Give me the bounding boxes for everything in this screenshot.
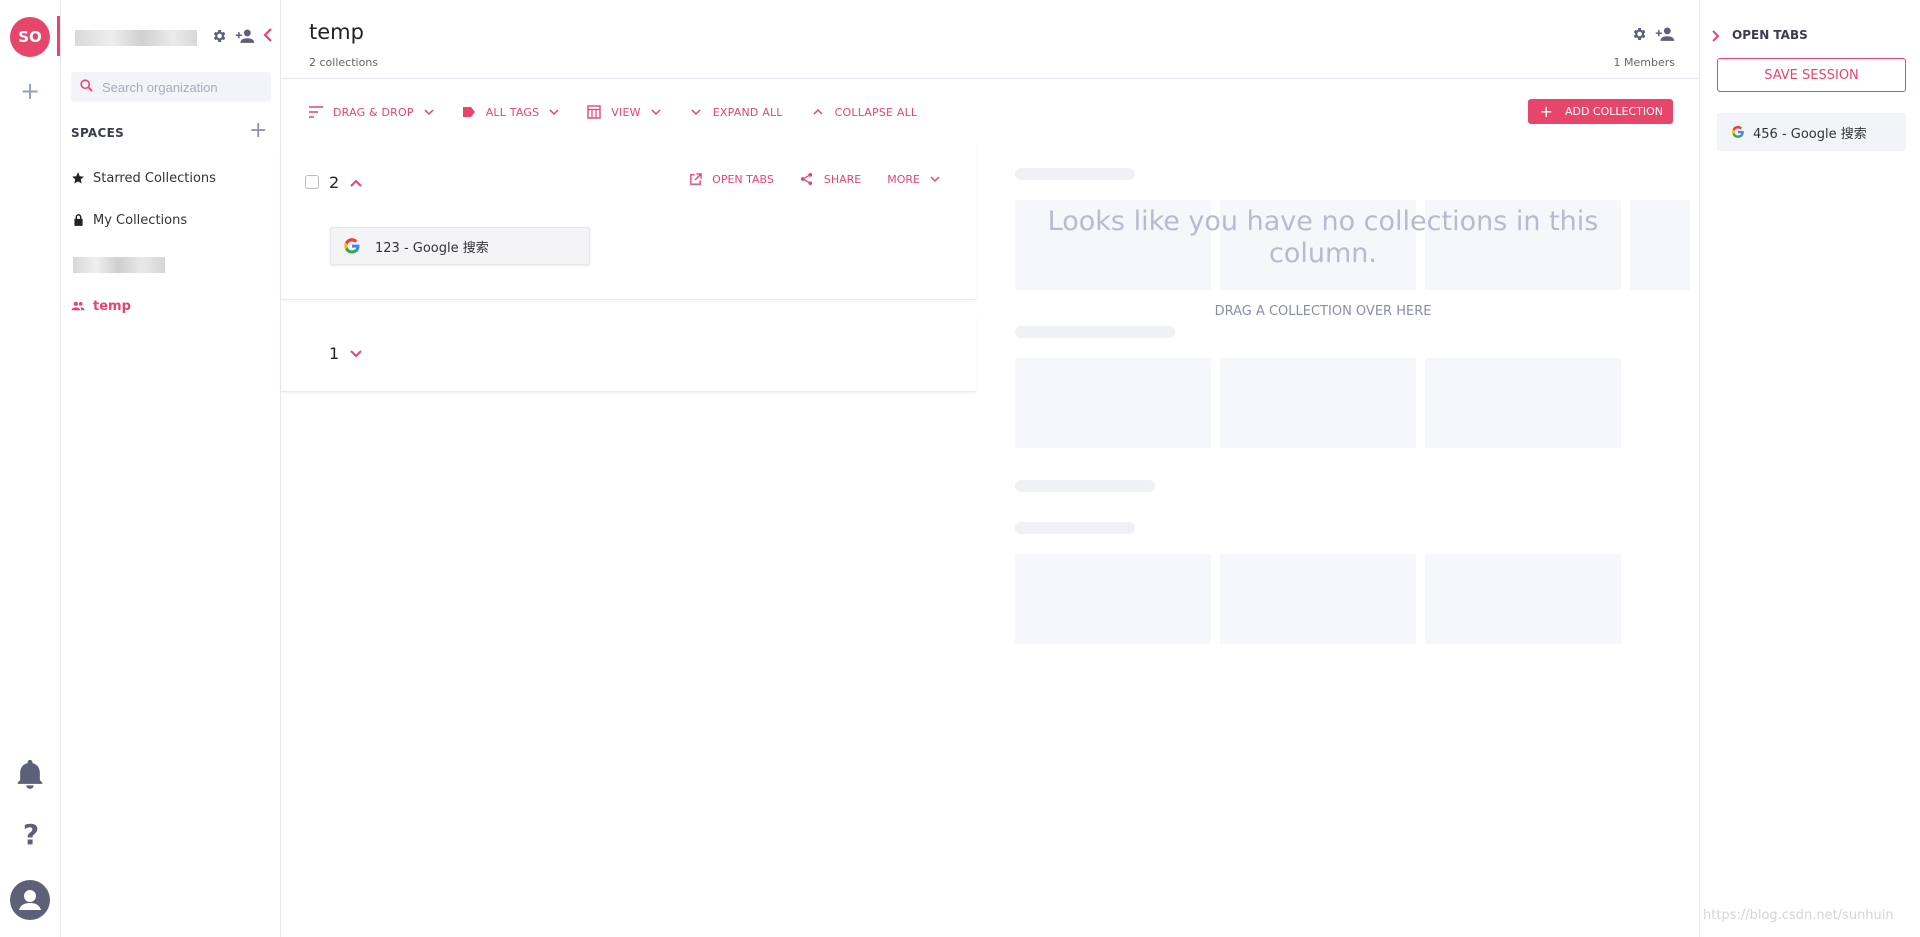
sidebar-item-my-collections[interactable]: My Collections <box>71 208 187 232</box>
chevron-down-icon <box>930 174 940 184</box>
redacted-sidebar-item[interactable] <box>73 257 165 273</box>
expand-all-label: EXPAND ALL <box>712 105 783 119</box>
workspace-rail: SO + ? <box>0 0 61 937</box>
sidebar: SPACES + Starred Collections My Collecti… <box>61 0 281 937</box>
collapse-collection-chevron-up-icon[interactable] <box>349 175 363 189</box>
placeholder-block <box>1220 358 1416 448</box>
header-divider <box>281 78 1699 79</box>
add-space-icon[interactable]: + <box>249 120 267 142</box>
placeholder-block <box>1220 554 1416 644</box>
more-label: MORE <box>887 172 920 186</box>
google-favicon-icon <box>1731 125 1745 139</box>
main-content: temp 2 collections 1 Members DRAG & DROP… <box>281 0 1699 937</box>
sidebar-item-label: temp <box>93 298 131 314</box>
chevron-down-icon <box>549 107 559 117</box>
spaces-heading: SPACES <box>71 126 125 140</box>
sidebar-item-temp[interactable]: temp <box>71 294 131 318</box>
collapse-all-button[interactable]: COLLAPSE ALL <box>811 105 918 119</box>
view-layout-icon <box>587 105 601 119</box>
save-session-button[interactable]: SAVE SESSION <box>1717 58 1906 92</box>
members-count[interactable]: 1 Members <box>1614 56 1675 69</box>
chevron-down-icon <box>651 107 661 117</box>
share-button[interactable]: SHARE <box>800 172 861 186</box>
open-tabs-heading: OPEN TABS <box>1732 28 1808 42</box>
group-icon <box>71 299 85 313</box>
space-settings-gear-icon[interactable] <box>1631 26 1647 42</box>
more-button[interactable]: MORE <box>887 173 940 186</box>
drag-drop-button[interactable]: DRAG & DROP <box>309 105 434 119</box>
collapse-sidebar-chevron-icon[interactable] <box>261 26 275 44</box>
drag-drop-label: DRAG & DROP <box>333 105 414 119</box>
open-external-icon <box>688 172 702 186</box>
placeholder-block <box>1015 358 1211 448</box>
add-member-icon[interactable] <box>1655 26 1675 42</box>
notifications-bell-icon[interactable] <box>15 758 45 790</box>
organization-settings-gear-icon[interactable] <box>211 28 227 44</box>
collection-card[interactable]: 2 OPEN TABS SHARE MORE 123 - Google 搜索 <box>281 145 976 300</box>
sidebar-item-label: My Collections <box>93 212 188 228</box>
placeholder-block <box>1015 554 1211 644</box>
expand-collection-chevron-down-icon[interactable] <box>349 346 363 360</box>
empty-column-message: Looks like you have no collections in th… <box>1047 206 1599 269</box>
placeholder-block <box>1425 358 1621 448</box>
add-collection-button[interactable]: + ADD COLLECTION <box>1527 99 1673 124</box>
collection-count: 2 collections <box>309 56 379 69</box>
share-icon <box>800 172 814 186</box>
active-indicator <box>57 16 60 56</box>
tag-icon <box>462 105 476 119</box>
collapse-panel-chevron-icon[interactable] <box>1710 28 1722 42</box>
organization-avatar[interactable]: SO <box>10 17 50 57</box>
open-tabs-label: OPEN TABS <box>712 172 774 186</box>
sidebar-item-starred-collections[interactable]: Starred Collections <box>71 166 216 190</box>
collection-actions: OPEN TABS SHARE MORE <box>662 172 940 186</box>
lock-icon <box>71 213 85 227</box>
page-title: temp <box>309 20 364 44</box>
chevron-down-icon <box>424 107 434 117</box>
open-tab-item[interactable]: 456 - Google 搜索 <box>1717 113 1906 151</box>
collapse-chevron-icon <box>811 105 825 119</box>
open-tabs-button[interactable]: OPEN TABS <box>688 172 774 186</box>
expand-chevron-icon <box>689 105 703 119</box>
google-favicon-icon <box>343 237 361 255</box>
share-label: SHARE <box>823 172 862 186</box>
star-icon <box>71 171 85 185</box>
all-tags-button[interactable]: ALL TAGS <box>462 105 560 119</box>
view-label: VIEW <box>611 105 641 119</box>
placeholder-line <box>1015 480 1155 492</box>
placeholder-line <box>1015 168 1135 180</box>
collection-title[interactable]: 2 <box>329 173 339 192</box>
tab-card[interactable]: 123 - Google 搜索 <box>330 227 590 265</box>
organization-name-redacted <box>75 30 197 46</box>
sort-lines-icon <box>309 105 323 119</box>
user-account-icon[interactable] <box>10 880 50 920</box>
placeholder-line <box>1015 522 1135 534</box>
placeholder-block <box>1630 200 1690 290</box>
collection-card[interactable]: 1 <box>281 316 976 392</box>
search-input[interactable] <box>102 79 252 95</box>
help-icon[interactable]: ? <box>18 820 44 850</box>
all-tags-label: ALL TAGS <box>485 105 540 119</box>
sidebar-item-label: Starred Collections <box>93 170 216 186</box>
watermark: https://blog.csdn.net/sunhuin <box>1703 908 1894 923</box>
add-organization-icon[interactable]: + <box>17 78 43 104</box>
drag-collection-hint: DRAG A COLLECTION OVER HERE <box>1214 304 1432 319</box>
placeholder-line <box>1015 326 1175 338</box>
view-button[interactable]: VIEW <box>587 105 661 119</box>
toolbar: DRAG & DROP ALL TAGS VIEW EXPAND ALL COL… <box>309 102 945 122</box>
collection-title[interactable]: 1 <box>329 344 339 363</box>
invite-member-icon[interactable] <box>235 28 255 44</box>
search-organization[interactable] <box>71 72 271 102</box>
open-tabs-panel: OPEN TABS SAVE SESSION 456 - Google 搜索 <box>1699 0 1920 937</box>
search-icon <box>79 78 94 97</box>
select-collection-checkbox[interactable] <box>305 175 319 189</box>
add-collection-label: ADD COLLECTION <box>1564 105 1663 118</box>
collapse-all-label: COLLAPSE ALL <box>834 105 918 119</box>
plus-icon: + <box>1539 101 1553 121</box>
open-tab-title: 456 - Google 搜索 <box>1753 126 1867 142</box>
expand-all-button[interactable]: EXPAND ALL <box>689 105 783 119</box>
tab-title: 123 - Google 搜索 <box>375 240 489 256</box>
placeholder-block <box>1425 554 1621 644</box>
